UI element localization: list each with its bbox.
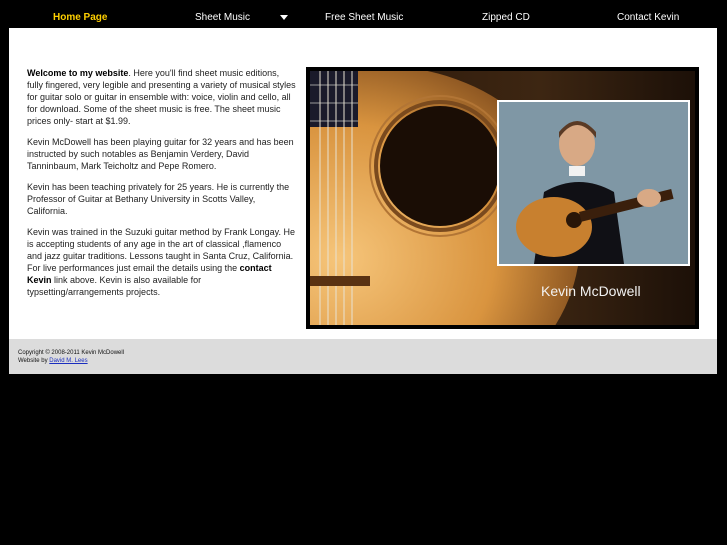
designer-link[interactable]: David M. Lees [49, 358, 87, 364]
footer: Copyright © 2008-2011 Kevin McDowell Web… [9, 339, 717, 374]
hero-image: Kevin McDowell [310, 71, 695, 325]
intro-paragraph-1: Welcome to my website. Here you'll find … [27, 67, 297, 127]
hero-banner: Kevin McDowell [306, 67, 699, 329]
credit-prefix: Website by [18, 358, 50, 364]
welcome-heading: Welcome to my website [27, 68, 129, 78]
guitarist-portrait [499, 102, 688, 264]
content-panel: Welcome to my website. Here you'll find … [9, 28, 717, 339]
nav-contact-link[interactable]: Contact Kevin [617, 12, 679, 23]
hero-caption: Kevin McDowell [541, 283, 641, 299]
intro-paragraph-3: Kevin has been teaching privately for 25… [27, 182, 290, 216]
chevron-down-icon[interactable] [280, 15, 288, 20]
nav-home-link[interactable]: Home Page [53, 12, 107, 23]
intro-paragraph-4: Kevin was trained in the Suzuki guitar m… [27, 226, 297, 298]
nav-zipped-cd-link[interactable]: Zipped CD [482, 12, 530, 23]
website-credit: Website by David M. Lees [18, 357, 88, 366]
nav-sheet-music-link[interactable]: Sheet Music [195, 12, 250, 23]
intro-text: Welcome to my website. Here you'll find … [27, 67, 297, 307]
kevin-photo [497, 100, 690, 266]
nav-free-sheet-music-link[interactable]: Free Sheet Music [325, 12, 403, 23]
intro-paragraph-2: Kevin McDowell has been playing guitar f… [27, 137, 294, 171]
intro-paragraph-4-tail: link above. Kevin is also available for … [27, 275, 202, 297]
